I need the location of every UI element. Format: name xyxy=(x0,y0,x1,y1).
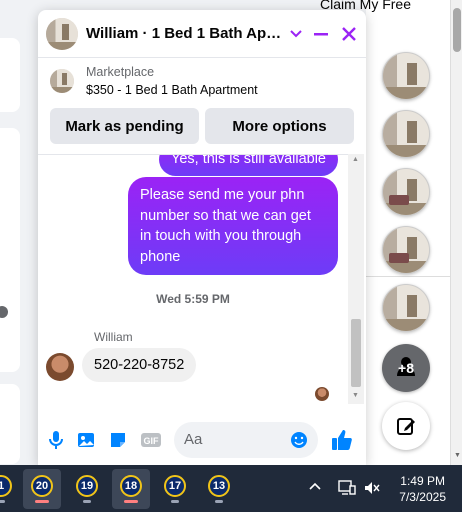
compose-icon xyxy=(397,418,415,435)
emoji-icon[interactable] xyxy=(290,431,308,449)
page-scrollbar-thumb[interactable] xyxy=(453,8,461,52)
taskbar-app-icon: 17 xyxy=(164,475,186,497)
feed-card xyxy=(0,38,20,112)
page-background-left xyxy=(0,0,22,465)
chat-avatar[interactable] xyxy=(46,17,78,50)
chevron-up-icon[interactable] xyxy=(308,480,322,494)
clock-date: 7/3/2025 xyxy=(399,490,446,504)
message-input[interactable]: Aa xyxy=(174,421,318,458)
mark-as-pending-button[interactable]: Mark as pending xyxy=(50,108,199,144)
seen-indicator-avatar xyxy=(315,387,329,401)
scroll-down-arrow-icon[interactable]: ▼ xyxy=(454,452,461,459)
divider xyxy=(362,276,450,277)
chat-title[interactable]: William · 1 Bed 1 Bath Apartment xyxy=(86,25,286,42)
taskbar-app-icon: 13 xyxy=(208,475,230,497)
thumbs-up-icon[interactable] xyxy=(330,428,354,452)
microphone-icon[interactable] xyxy=(48,430,64,450)
taskbar-app-icon: 19 xyxy=(76,475,98,497)
taskbar: 1 20 19 18 17 13 1:49 PM 7/3/2025 xyxy=(0,465,462,512)
minimize-icon[interactable] xyxy=(312,25,330,43)
system-clock[interactable]: 1:49 PM 7/3/2025 xyxy=(399,473,446,505)
chat-head[interactable] xyxy=(382,168,430,216)
marketplace-listing[interactable]: Marketplace $350 - 1 Bed 1 Bath Apartmen… xyxy=(38,58,366,104)
scroll-down-arrow-icon[interactable]: ▼ xyxy=(352,392,359,399)
taskbar-app-icon: 18 xyxy=(120,475,142,497)
chat-head[interactable] xyxy=(382,226,430,274)
listing-label: Marketplace xyxy=(86,65,155,79)
taskbar-app[interactable]: 17 xyxy=(156,469,194,509)
chat-head[interactable] xyxy=(382,52,430,100)
message-scrollbar-thumb[interactable] xyxy=(351,319,361,387)
more-chats-count: +8 xyxy=(398,360,414,376)
received-message: 520-220-8752 xyxy=(82,348,197,382)
message-scrollbar[interactable]: ▲ ▼ xyxy=(348,154,364,404)
message-list[interactable]: Yes, this is still available Please send… xyxy=(38,154,348,404)
chat-header[interactable]: William · 1 Bed 1 Bath Apartment xyxy=(38,10,366,58)
taskbar-app[interactable]: 1 xyxy=(0,469,20,509)
network-icon[interactable] xyxy=(338,480,356,496)
comment-icon xyxy=(0,306,8,318)
more-chats-button[interactable]: +8 xyxy=(382,344,430,392)
new-message-button[interactable] xyxy=(382,402,430,450)
taskbar-app[interactable]: 18 xyxy=(112,469,150,509)
sent-message: Please send me your phn number so that w… xyxy=(128,177,338,275)
volume-muted-icon[interactable] xyxy=(364,480,380,496)
taskbar-app-icon: 20 xyxy=(31,475,53,497)
message-composer: GIF Aa xyxy=(38,414,366,465)
listing-thumbnail xyxy=(50,69,74,93)
page-scrollbar[interactable]: ▼ xyxy=(450,0,462,465)
sent-message: Yes, this is still available xyxy=(158,155,338,176)
taskbar-app[interactable]: 20 xyxy=(23,469,61,509)
close-icon[interactable] xyxy=(340,25,358,43)
sticker-icon[interactable] xyxy=(108,430,128,450)
taskbar-app[interactable]: 19 xyxy=(68,469,106,509)
message-input-placeholder: Aa xyxy=(184,431,203,448)
sender-avatar[interactable] xyxy=(46,353,74,381)
listing-detail: $350 - 1 Bed 1 Bath Apartment xyxy=(86,83,258,97)
feed-card xyxy=(0,128,20,372)
taskbar-app[interactable]: 13 xyxy=(200,469,238,509)
image-icon[interactable] xyxy=(76,430,96,450)
sender-name: William xyxy=(94,330,133,344)
more-options-button[interactable]: More options xyxy=(205,108,354,144)
gif-icon[interactable]: GIF xyxy=(140,430,162,450)
feed-card xyxy=(0,384,20,464)
chevron-down-icon[interactable] xyxy=(290,29,302,39)
chat-head[interactable] xyxy=(382,110,430,158)
scroll-up-arrow-icon[interactable]: ▲ xyxy=(352,156,359,163)
svg-text:GIF: GIF xyxy=(144,436,160,446)
chat-head[interactable] xyxy=(382,284,430,332)
taskbar-app-icon: 1 xyxy=(0,475,12,497)
message-timestamp: Wed 5:59 PM xyxy=(156,292,230,306)
chat-window: William · 1 Bed 1 Bath Apartment Marketp… xyxy=(38,10,366,465)
clock-time: 1:49 PM xyxy=(400,474,445,488)
